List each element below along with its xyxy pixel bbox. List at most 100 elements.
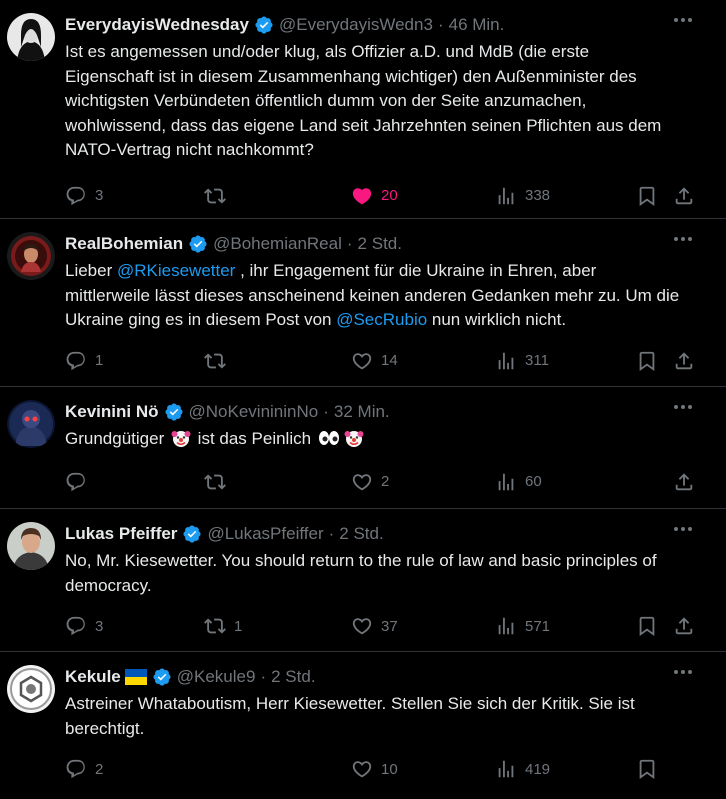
like-icon [351,758,373,780]
retweet-button[interactable] [204,471,234,493]
share-button[interactable] [673,185,695,207]
like-button[interactable]: 10 [351,758,398,780]
share-icon [673,350,695,372]
retweet-icon [204,615,226,637]
reply-icon [65,615,87,637]
reply-button[interactable]: 1 [65,350,103,372]
bookmark-icon [636,350,658,372]
tweet[interactable]: Lukas Pfeiffer @LukasPfeiffer · 2 Std. N… [0,509,726,652]
retweet-button[interactable] [204,350,234,372]
more-icon[interactable] [674,666,692,678]
bookmark-button[interactable] [636,615,658,637]
more-icon[interactable] [674,233,692,245]
tweet-text: Grundgütiger ist das Peinlich [65,427,710,456]
share-button[interactable] [673,615,695,637]
views-count: 60 [525,473,542,490]
clown-emoji [344,428,364,456]
retweet-button[interactable]: 1 [204,615,242,637]
share-icon [673,185,695,207]
verified-icon [182,524,202,544]
bookmark-button[interactable] [636,758,658,780]
timestamp[interactable]: 2 Std. [358,234,402,254]
avatar[interactable] [7,665,55,713]
views-button[interactable]: 60 [495,471,542,493]
timestamp[interactable]: 32 Min. [334,402,390,422]
separator-dot: · [346,234,353,253]
avatar[interactable] [7,400,55,448]
mention-link[interactable]: @RKiesewetter [117,261,235,280]
verified-icon [188,234,208,254]
display-name[interactable]: EverydayisWednesday [65,15,249,35]
retweet-icon [204,471,226,493]
verified-icon [152,667,172,687]
like-count: 2 [381,473,390,490]
views-icon [495,758,517,780]
views-button[interactable]: 419 [495,758,550,780]
tweet[interactable]: Kekule @Kekule9 · 2 Std. Astreiner Whata… [0,652,726,792]
retweet-count: 1 [234,617,243,635]
display-name[interactable]: Kevinini Nö [65,402,159,422]
timestamp[interactable]: 46 Min. [449,15,505,35]
like-button[interactable]: 20 [351,185,398,207]
display-name[interactable]: Kekule [65,667,121,687]
avatar[interactable] [7,232,55,280]
more-icon[interactable] [674,14,692,26]
views-count: 338 [525,187,551,204]
share-button[interactable] [673,471,695,493]
handle[interactable]: @EverydayisWedn3 [279,15,433,35]
share-icon [673,471,695,493]
verified-icon [164,402,184,422]
reply-icon [65,471,87,493]
avatar[interactable] [7,522,55,570]
separator-dot: · [328,524,335,543]
timestamp[interactable]: 2 Std. [271,667,315,687]
tweet-header: Lukas Pfeiffer @LukasPfeiffer · 2 Std. [65,521,710,547]
tweet-actions: 2 10 419 [65,743,710,799]
reply-button[interactable] [65,471,95,493]
bookmark-button[interactable] [636,185,658,207]
bookmark-icon [636,615,658,637]
views-count: 311 [525,352,549,369]
bookmark-button[interactable] [636,350,658,372]
mention-link[interactable]: @SecRubio [336,310,427,329]
tweet-actions: 2 60 [65,456,710,512]
handle[interactable]: @Kekule9 [177,667,256,687]
avatar[interactable] [7,13,55,61]
like-button[interactable]: 14 [351,350,398,372]
bookmark-icon [636,758,658,780]
handle[interactable]: @LukasPfeiffer [207,524,323,544]
reply-count: 3 [95,617,104,635]
tweet-actions: 1 14 311 [65,335,710,391]
retweet-icon [204,350,226,372]
tweet-text-part: Lieber [65,261,117,280]
more-icon[interactable] [674,523,692,535]
eyes-emoji [318,428,340,456]
display-name[interactable]: RealBohemian [65,234,183,254]
more-icon[interactable] [674,401,692,413]
views-icon [495,615,517,637]
tweet[interactable]: Kevinini Nö @NoKevinininNo · 32 Min. Gru… [0,387,726,509]
views-button[interactable]: 571 [495,615,550,637]
handle[interactable]: @NoKevinininNo [189,402,319,422]
display-name[interactable]: Lukas Pfeiffer [65,524,177,544]
handle[interactable]: @BohemianReal [213,234,342,254]
reply-button[interactable]: 3 [65,615,103,637]
views-button[interactable]: 311 [495,350,549,372]
timestamp[interactable]: 2 Std. [339,524,383,544]
timeline: EverydayisWednesday @EverydayisWedn3 · 4… [0,0,726,792]
tweet[interactable]: RealBohemian @BohemianReal · 2 Std. Lieb… [0,219,726,387]
tweet[interactable]: EverydayisWednesday @EverydayisWedn3 · 4… [0,0,726,219]
reply-icon [65,350,87,372]
views-button[interactable]: 338 [495,185,550,207]
tweet-header: Kekule @Kekule9 · 2 Std. [65,664,710,690]
tweet-text: Ist es angemessen und/oder klug, als Off… [65,40,710,163]
like-button[interactable]: 37 [351,615,398,637]
reply-icon [65,758,87,780]
views-count: 419 [525,760,551,778]
like-icon [351,185,373,207]
reply-button[interactable]: 2 [65,758,103,780]
retweet-button[interactable] [204,185,234,207]
reply-button[interactable]: 3 [65,185,103,207]
like-button[interactable]: 2 [351,471,389,493]
share-button[interactable] [673,350,695,372]
